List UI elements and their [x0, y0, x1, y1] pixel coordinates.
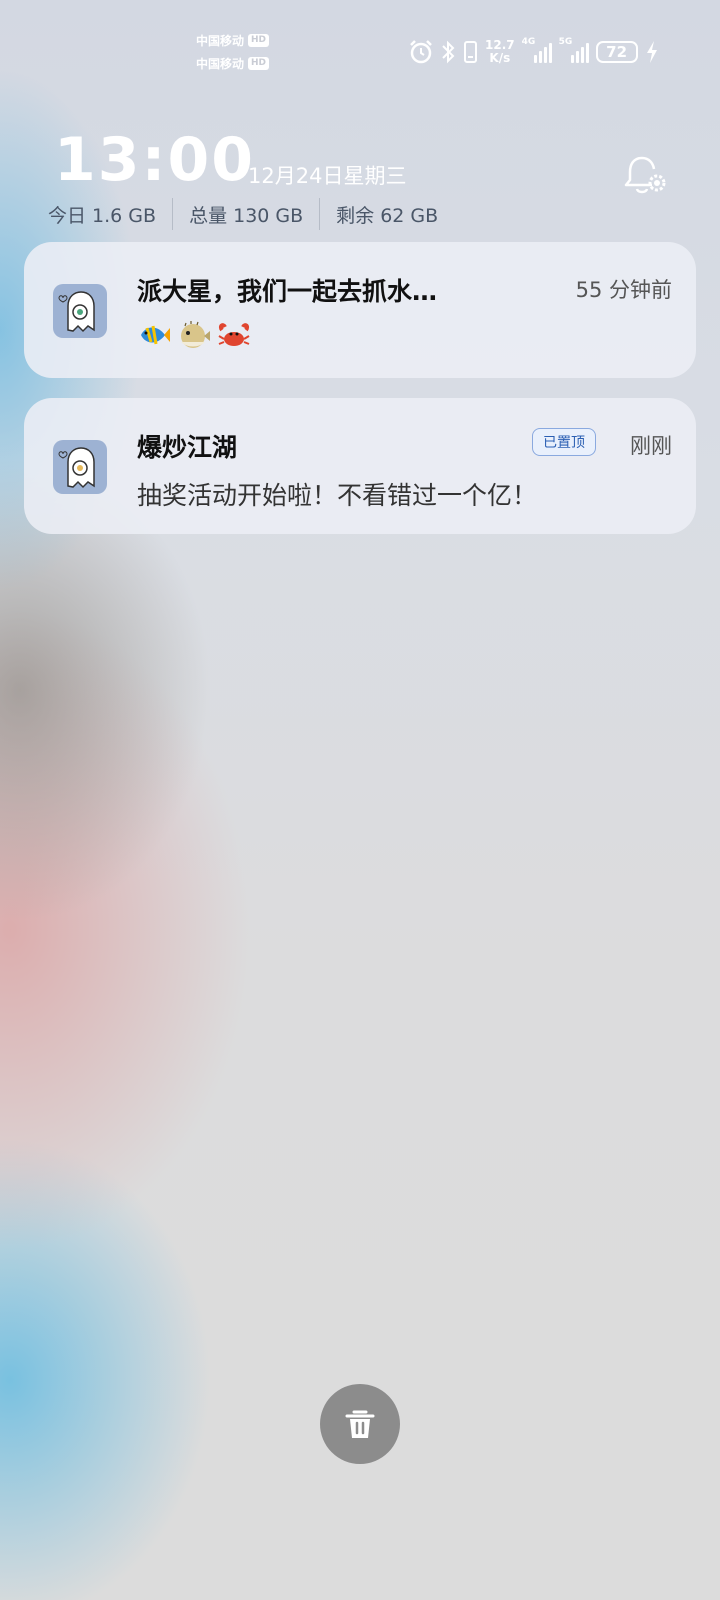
storage-remaining: 剩余 62 GB [336, 204, 439, 227]
clear-all-button[interactable] [320, 1384, 400, 1464]
notification-card[interactable]: 爆炒江湖 已置顶 刚刚 抽奖活动开始啦！不看错过一个亿！ [24, 398, 696, 534]
charging-icon [646, 41, 657, 63]
battery-level: 72 [606, 43, 628, 61]
ghost-app-icon [53, 440, 107, 494]
signal-icon: 4G [522, 37, 552, 63]
storage-total: 总量 130 GB [189, 204, 304, 227]
status-icons: 12.7 K/s 4G 5G 72 [408, 36, 659, 68]
carrier-label-2: 中国移动 HD [196, 55, 286, 72]
storage-today: 今日 1.6 GB [48, 204, 157, 227]
network-speed-unit: K/s [489, 51, 511, 65]
notification-title: 派大星，我们一起去抓水… [137, 277, 438, 306]
network-speed: 12.7 K/s [485, 39, 515, 65]
signal-bars [570, 41, 589, 63]
crab-icon [218, 323, 250, 346]
hd-badge: HD [248, 57, 270, 70]
pinned-badge: 已置顶 [532, 428, 596, 456]
network-type-label: 5G [558, 37, 573, 47]
blowfish-icon [181, 321, 210, 348]
phone-vibrate-icon [464, 41, 477, 63]
notification-card[interactable]: 派大星，我们一起去抓水… 55 分钟前 [24, 242, 696, 378]
trash-icon [345, 1410, 375, 1438]
signal-bars [533, 41, 552, 63]
divider [172, 198, 174, 230]
network-type-label: 4G [521, 37, 536, 47]
bell-settings-icon[interactable] [622, 152, 668, 198]
carrier-name: 中国移动 [196, 34, 245, 48]
notification-body: 抽奖活动开始啦！不看错过一个亿！ [137, 481, 538, 510]
storage-summary: 今日 1.6 GB 总量 130 GB 剩余 62 GB [48, 198, 438, 230]
notification-time: 刚刚 [630, 434, 672, 458]
signal-icon: 5G [559, 37, 589, 63]
alarm-icon [410, 40, 432, 64]
notification-body [137, 318, 251, 352]
notification-time: 55 分钟前 [575, 278, 672, 302]
tropical-fish-icon [141, 325, 170, 345]
hd-badge: HD [248, 34, 270, 47]
ghost-app-icon [53, 284, 107, 338]
carrier-label-1: 中国移动 HD [196, 32, 286, 49]
carrier-name: 中国移动 [196, 57, 245, 71]
bluetooth-icon [442, 40, 455, 64]
notification-title: 爆炒江湖 [137, 433, 238, 462]
divider [319, 198, 321, 230]
clock-date: 12月24日星期三 [248, 164, 407, 188]
battery-icon: 72 [595, 41, 638, 63]
wallpaper-background [0, 0, 720, 1600]
clock-time: 13:00 [54, 125, 255, 195]
